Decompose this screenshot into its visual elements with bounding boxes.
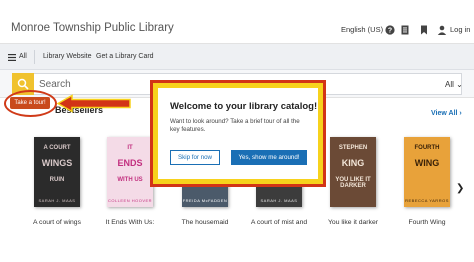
bookmark-icon[interactable] — [419, 25, 429, 35]
book-title[interactable]: It Ends With Us: — [95, 219, 165, 226]
skip-button[interactable]: Skip for now — [170, 150, 220, 165]
nav-divider — [34, 50, 35, 64]
cover-line-1: IT — [127, 145, 133, 151]
cover-line-1: STEPHEN — [338, 145, 368, 151]
cover-line-2: KING — [341, 158, 365, 168]
view-all-label: View All — [431, 110, 458, 117]
pointer-arrow-icon — [56, 94, 131, 113]
search-icon — [17, 78, 29, 90]
cover-author: FREIDA McFADDEN — [182, 198, 228, 203]
library-name[interactable]: Monroe Township Public Library — [11, 22, 174, 34]
svg-text:?: ? — [388, 28, 392, 35]
book-title[interactable]: Fourth Wing — [392, 219, 462, 226]
cover-line-3: WITH US — [117, 177, 143, 183]
cover-author: SARAH J. MAAS — [38, 198, 76, 203]
cover-line-2: ENDS — [117, 158, 143, 168]
book-cover[interactable]: FOURTH WING REBECCA YARROS — [404, 137, 450, 207]
user-icon[interactable] — [437, 25, 447, 35]
cover-line-1: A COURT — [43, 145, 71, 151]
cover-line-1: FOURTH — [414, 145, 440, 151]
cover-author: REBECCA YARROS — [405, 198, 449, 203]
search-placeholder: Search — [39, 79, 71, 90]
cover-line-3: YOU LIKE IT DARKER — [335, 177, 371, 190]
nav-library-website[interactable]: Library Website — [43, 53, 92, 60]
app-header: Monroe Township Public Library English (… — [0, 0, 474, 44]
chevron-right-icon[interactable]: ❯ — [456, 183, 464, 194]
language-selector[interactable]: English (US) — [341, 25, 383, 34]
help-icon[interactable]: ? — [385, 25, 395, 35]
search-scope-label: All — [445, 80, 454, 89]
hamburger-icon[interactable] — [8, 54, 16, 61]
cover-author: COLLEEN HOOVER — [107, 198, 153, 203]
nav-bar: All Library Website Get a Library Card — [0, 44, 474, 70]
book-cover[interactable]: A COURT WINGS RUIN SARAH J. MAAS — [34, 137, 80, 207]
cover-author: SARAH J. MAAS — [260, 198, 298, 203]
chevron-down-icon: ⌄ — [456, 80, 463, 89]
book-title[interactable]: A court of mist and — [244, 219, 314, 226]
view-all-link[interactable]: View All › — [431, 110, 462, 117]
book-title[interactable]: A court of wings — [22, 219, 92, 226]
list-icon[interactable] — [400, 25, 410, 35]
nav-get-library-card[interactable]: Get a Library Card — [96, 53, 154, 60]
welcome-dialog: Welcome to your library catalog! Want to… — [158, 88, 318, 179]
book-title[interactable]: The housemaid — [170, 219, 240, 226]
dialog-title: Welcome to your library catalog! — [170, 101, 318, 112]
start-tour-button[interactable]: Yes, show me around! — [231, 150, 307, 165]
login-link[interactable]: Log in — [450, 25, 470, 34]
cover-line-2: WING — [414, 158, 440, 168]
book-cover[interactable]: IT ENDS WITH US COLLEEN HOOVER — [107, 137, 153, 207]
cover-line-2: WINGS — [41, 158, 73, 168]
arrow-right-icon: › — [459, 110, 462, 117]
nav-all-menu[interactable]: All — [19, 53, 27, 60]
take-tour-button[interactable]: Take a tour! — [10, 97, 50, 109]
search-scope-select[interactable]: All ⌄ — [445, 80, 463, 89]
cover-line-3: RUIN — [49, 177, 65, 183]
dialog-body: Want to look around? Take a brief tour o… — [170, 118, 300, 134]
book-cover[interactable]: STEPHEN KING YOU LIKE IT DARKER — [330, 137, 376, 207]
book-title[interactable]: You like it darker — [318, 219, 388, 226]
